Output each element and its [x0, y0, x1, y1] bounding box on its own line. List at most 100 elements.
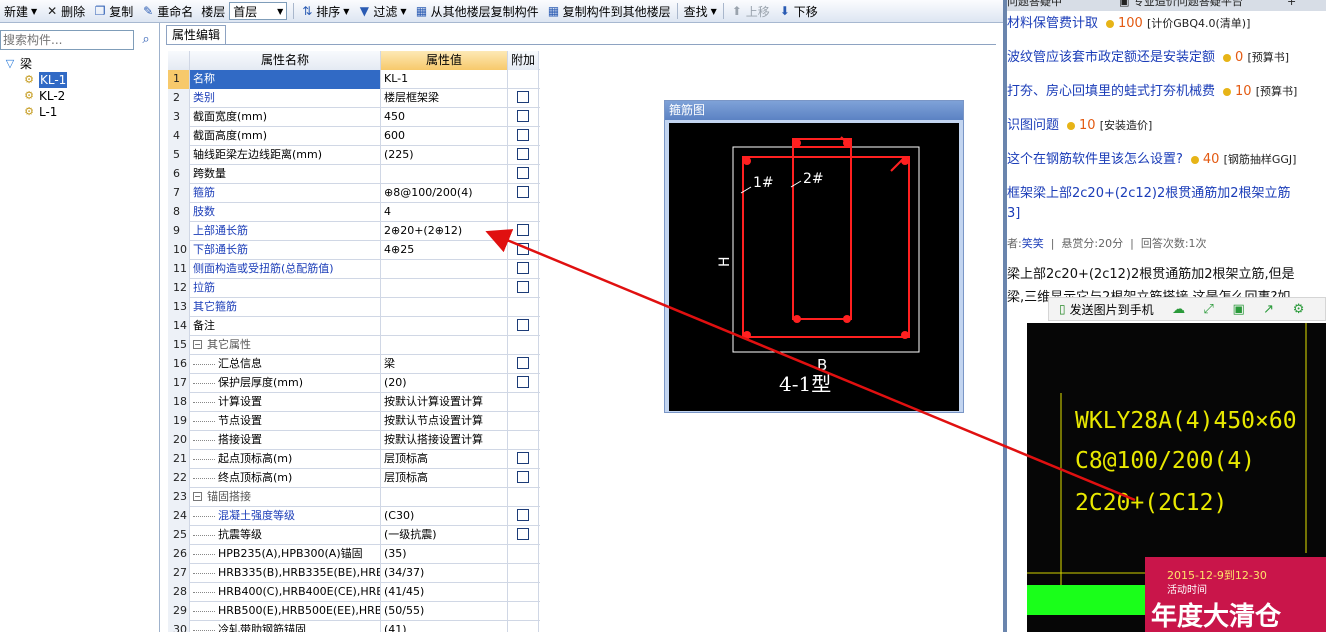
attach-checkbox[interactable]	[517, 91, 529, 103]
rename-button[interactable]: ✎ 重命名	[137, 1, 197, 21]
collapse-icon[interactable]: −	[193, 339, 202, 349]
property-value[interactable]: ⊕8@100/200(4)	[381, 184, 508, 203]
property-value[interactable]: 2⊕20+(2⊕12)	[381, 222, 508, 241]
property-row[interactable]: 13 其它箍筋	[168, 298, 540, 317]
fullscreen-icon[interactable]: ⤢	[1194, 302, 1224, 317]
property-row[interactable]: 2 类别 楼层框架梁	[168, 89, 540, 108]
property-value[interactable]	[381, 317, 508, 336]
attach-checkbox[interactable]	[517, 110, 529, 122]
property-value[interactable]: (20)	[381, 374, 508, 393]
cloud-icon[interactable]: ☁	[1164, 302, 1194, 317]
property-value[interactable]: 按默认搭接设置计算	[381, 431, 508, 450]
property-row[interactable]: 15− 其它属性	[168, 336, 540, 355]
property-value[interactable]: 梁	[381, 355, 508, 374]
send-to-phone-button[interactable]: ▯ 发送图片到手机	[1049, 301, 1164, 318]
attach-checkbox[interactable]	[517, 243, 529, 255]
property-value[interactable]	[381, 298, 508, 317]
property-value[interactable]: (34/37)	[381, 564, 508, 583]
attach-checkbox[interactable]	[517, 167, 529, 179]
property-value[interactable]: 楼层框架梁	[381, 89, 508, 108]
property-value[interactable]: 按默认计算设置计算	[381, 393, 508, 412]
question-item[interactable]: 材料保管费计取 100 [计价GBQ4.0(清单)]	[1007, 14, 1250, 34]
property-value[interactable]: 层顶标高	[381, 450, 508, 469]
attach-checkbox[interactable]	[517, 224, 529, 236]
property-value[interactable]	[381, 336, 508, 355]
property-row[interactable]: 12 拉筋	[168, 279, 540, 298]
move-up-button[interactable]: ⬆ 上移	[726, 1, 774, 21]
property-row[interactable]: 14 备注	[168, 317, 540, 336]
question-title[interactable]: 打夯、房心回填里的蛙式打夯机械费	[1007, 84, 1215, 99]
copy-from-floors-button[interactable]: ▦ 从其他楼层复制构件	[411, 1, 543, 21]
question-item[interactable]: 这个在钢筋软件里该怎么设置? 40 [钢筋抽样GGJ]	[1007, 150, 1296, 170]
search-input[interactable]	[0, 30, 134, 50]
property-row[interactable]: 23− 锚固搭接	[168, 488, 540, 507]
property-row[interactable]: 9 上部通长筋 2⊕20+(2⊕12)	[168, 222, 540, 241]
property-value[interactable]: (50/55)	[381, 602, 508, 621]
property-row[interactable]: 3 截面宽度(mm) 450	[168, 108, 540, 127]
property-row[interactable]: 16 汇总信息 梁	[168, 355, 540, 374]
filter-button[interactable]: ▼ 过滤 ▼	[353, 1, 410, 21]
attach-checkbox[interactable]	[517, 262, 529, 274]
attach-checkbox[interactable]	[517, 357, 529, 369]
attach-checkbox[interactable]	[517, 319, 529, 331]
property-value[interactable]: (一级抗震)	[381, 526, 508, 545]
property-row[interactable]: 11 侧面构造或受扭筋(总配筋值)	[168, 260, 540, 279]
browser-tab-active[interactable]: ▣ 专业造价问题答疑平台	[1119, 0, 1243, 10]
property-value[interactable]: (35)	[381, 545, 508, 564]
question-photo[interactable]: WKLY28A(4)450×60 C8@100/200(4) 2C20+(2C1…	[1027, 323, 1326, 632]
property-row[interactable]: 5 轴线距梁左边线距离(mm) (225)	[168, 146, 540, 165]
current-question-text[interactable]: 框架梁上部2c20+(2c12)2根贯通筋加2根架立筋	[1007, 186, 1291, 201]
question-item[interactable]: 识图问题 10 [安装造价]	[1007, 116, 1152, 136]
collapse-icon[interactable]: −	[193, 491, 202, 501]
property-row[interactable]: 25 抗震等级 (一级抗震)	[168, 526, 540, 545]
property-value[interactable]	[381, 165, 508, 184]
share-icon[interactable]: ↗	[1254, 302, 1284, 317]
property-row[interactable]: 18 计算设置 按默认计算设置计算	[168, 393, 540, 412]
property-value[interactable]: (C30)	[381, 507, 508, 526]
property-row[interactable]: 29 HRB500(E),HRB500E(EE),HRBF (50/55)	[168, 602, 540, 621]
tree-item[interactable]: ⚙ L-1	[0, 104, 158, 120]
new-button[interactable]: 新建 ▼	[0, 1, 41, 21]
attach-checkbox[interactable]	[517, 186, 529, 198]
tree-item[interactable]: ⚙ KL-1	[0, 72, 158, 88]
property-value[interactable]	[381, 260, 508, 279]
find-button[interactable]: 查找 ▼	[680, 1, 721, 21]
property-value[interactable]: 4	[381, 203, 508, 222]
save-icon[interactable]: ▣	[1224, 302, 1254, 317]
tree-item[interactable]: ⚙ KL-2	[0, 88, 158, 104]
question-item[interactable]: 打夯、房心回填里的蛙式打夯机械费 10 [预算书]	[1007, 82, 1297, 102]
property-value[interactable]	[381, 279, 508, 298]
property-row[interactable]: 22 终点顶标高(m) 层顶标高	[168, 469, 540, 488]
attach-checkbox[interactable]	[517, 509, 529, 521]
question-item[interactable]: 波纹管应该套市政定额还是安装定额 0 [预算书]	[1007, 48, 1289, 68]
attach-checkbox[interactable]	[517, 148, 529, 160]
property-row[interactable]: 26 HPB235(A),HPB300(A)锚固 (35)	[168, 545, 540, 564]
property-row[interactable]: 6 跨数量	[168, 165, 540, 184]
property-row[interactable]: 8 肢数 4	[168, 203, 540, 222]
attach-checkbox[interactable]	[517, 129, 529, 141]
property-value[interactable]: 4⊕25	[381, 241, 508, 260]
property-value[interactable]: (225)	[381, 146, 508, 165]
stirrup-diagram-dialog[interactable]: 箍筋图 1# 2# H B 4-1型	[664, 100, 964, 413]
question-title[interactable]: 材料保管费计取	[1007, 16, 1098, 31]
property-value[interactable]: (41/45)	[381, 583, 508, 602]
property-value[interactable]: KL-1	[381, 70, 508, 89]
copy-button[interactable]: ❐ 复制	[89, 1, 137, 21]
property-row[interactable]: 10 下部通长筋 4⊕25	[168, 241, 540, 260]
settings-icon[interactable]: ⚙	[1284, 302, 1314, 317]
property-row[interactable]: 17 保护层厚度(mm) (20)	[168, 374, 540, 393]
property-row[interactable]: 1 名称 KL-1	[168, 70, 540, 89]
attach-checkbox[interactable]	[517, 281, 529, 293]
property-row[interactable]: 27 HRB335(B),HRB335E(BE),HRBF (34/37)	[168, 564, 540, 583]
property-row[interactable]: 20 搭接设置 按默认搭接设置计算	[168, 431, 540, 450]
property-row[interactable]: 30 冷轧带肋钢筋锚固 (41)	[168, 621, 540, 632]
tab-property-edit[interactable]: 属性编辑	[166, 25, 226, 45]
property-value[interactable]: (41)	[381, 621, 508, 632]
browser-tab[interactable]: 问题答疑中	[1007, 0, 1062, 10]
current-question-title[interactable]: 框架梁上部2c20+(2c12)2根贯通筋加2根架立筋	[1007, 184, 1291, 204]
question-title[interactable]: 这个在钢筋软件里该怎么设置?	[1007, 152, 1183, 167]
property-row[interactable]: 4 截面高度(mm) 600	[168, 127, 540, 146]
copy-to-floors-button[interactable]: ▦ 复制构件到其他楼层	[543, 1, 675, 21]
attach-checkbox[interactable]	[517, 471, 529, 483]
tree-node-root[interactable]: ▽ 梁	[0, 56, 158, 72]
